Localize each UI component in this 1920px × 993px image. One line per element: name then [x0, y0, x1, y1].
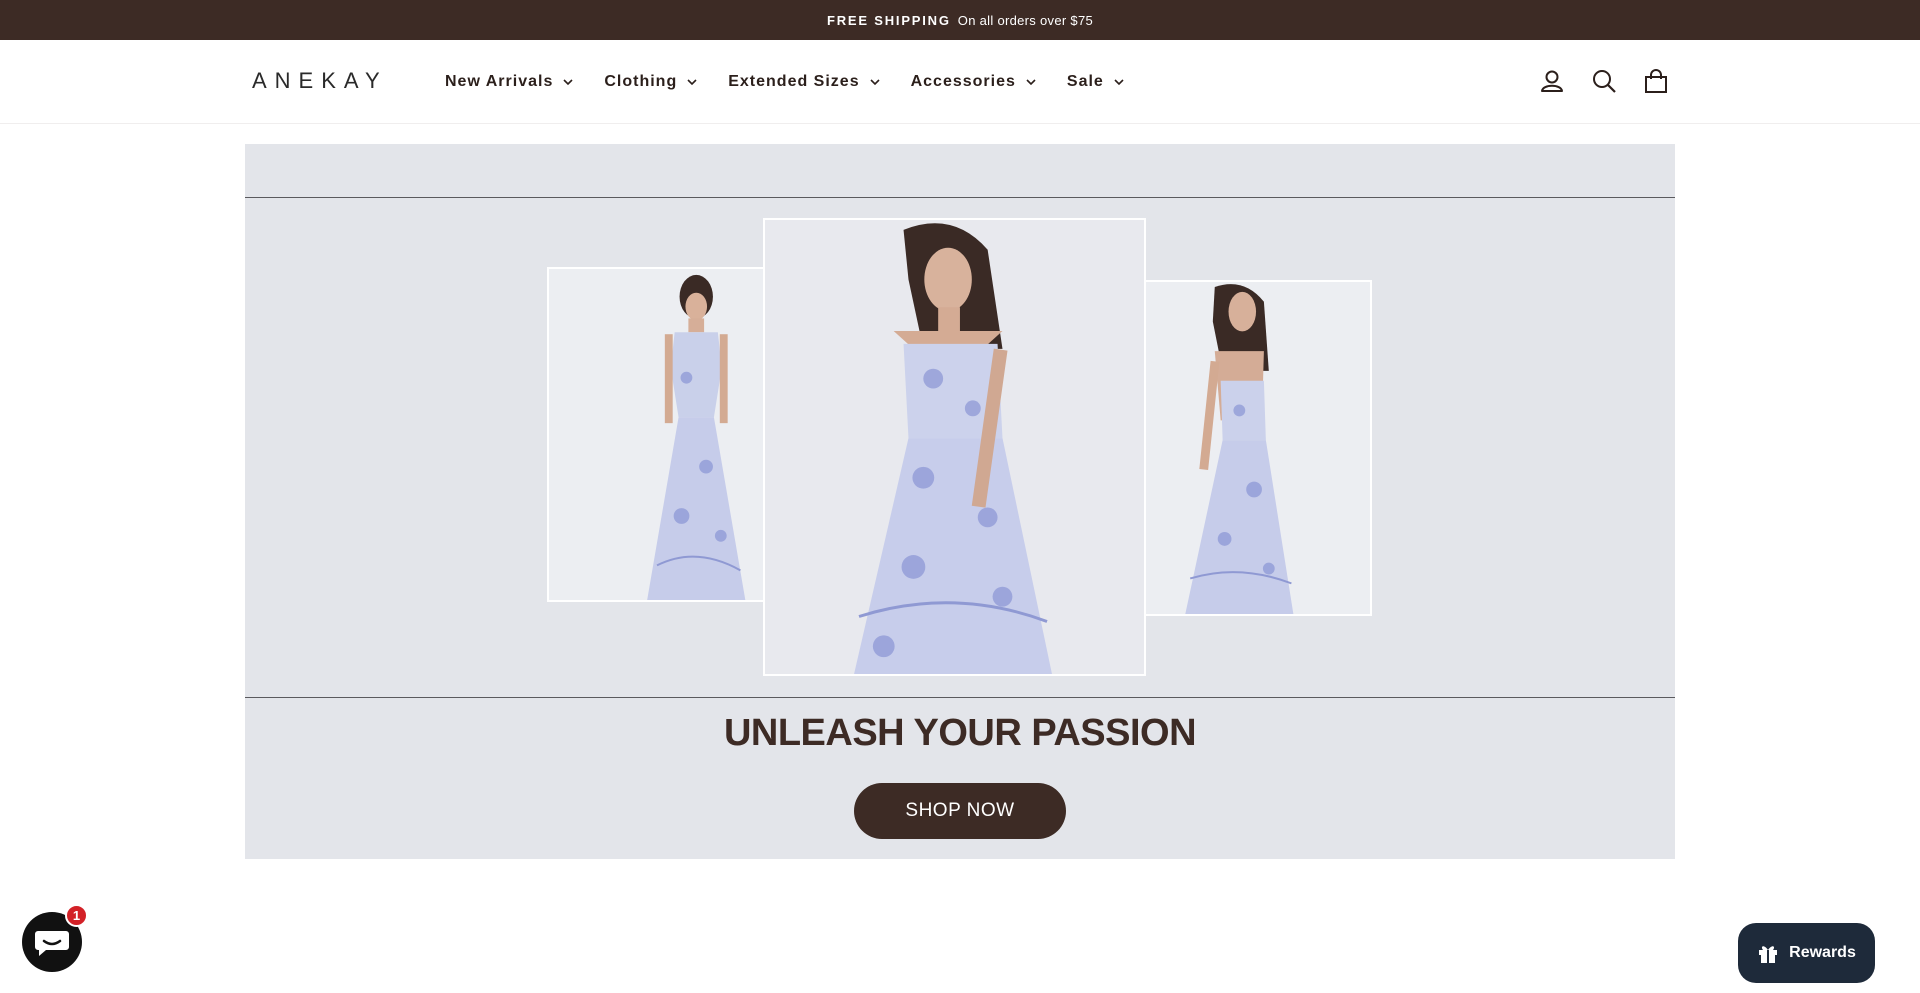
nav-item-label: Extended Sizes [728, 73, 860, 90]
search-icon[interactable] [1590, 67, 1618, 95]
nav-item-accessories[interactable]: Accessories [911, 73, 1037, 91]
nav-item-new-arrivals[interactable]: New Arrivals [445, 73, 574, 91]
gift-icon [1759, 946, 1778, 963]
nav-item-label: Sale [1066, 73, 1104, 90]
hero-photo-front[interactable] [547, 267, 765, 602]
main-nav: New Arrivals Clothing Extended Sizes Acc… [445, 40, 1155, 124]
chat-badge: 1 [65, 904, 88, 927]
chevron-down-icon [1025, 76, 1037, 88]
rewards-label: Rewards [1789, 944, 1856, 961]
rewards-button[interactable]: Rewards [1738, 923, 1875, 983]
hero-divider-top [245, 197, 1675, 198]
chevron-down-icon [869, 76, 881, 88]
chevron-down-icon [562, 76, 574, 88]
hero-title: UNLEASH YOUR PASSION [723, 712, 1197, 754]
shop-now-button[interactable]: SHOP NOW [854, 783, 1066, 839]
header-icons [1514, 67, 1670, 95]
announcement-bar: FREE SHIPPING On all orders over $75 [0, 0, 1920, 40]
account-icon[interactable] [1538, 67, 1566, 95]
chat-icon [35, 931, 69, 956]
cart-icon[interactable] [1642, 67, 1670, 95]
hero-divider-bottom [245, 697, 1675, 698]
hero-banner: UNLEASH YOUR PASSION SHOP NOW [245, 144, 1675, 859]
nav-item-clothing[interactable]: Clothing [604, 73, 698, 91]
site-header: ANEKAY New Arrivals Clothing Extended Si… [0, 40, 1920, 124]
nav-item-sale[interactable]: Sale [1067, 73, 1125, 91]
nav-item-label: Accessories [910, 73, 1016, 90]
chevron-down-icon [1113, 76, 1125, 88]
nav-item-label: New Arrivals [445, 73, 554, 90]
hero-photo-main[interactable] [763, 218, 1146, 676]
announcement-text: On all orders over $75 [957, 12, 1094, 28]
nav-item-label: Clothing [604, 73, 678, 90]
brand-logo[interactable]: ANEKAY [252, 68, 388, 94]
chevron-down-icon [686, 76, 698, 88]
nav-item-extended-sizes[interactable]: Extended Sizes [728, 73, 880, 91]
hero-photo-back[interactable] [1144, 280, 1372, 616]
announcement-strong: FREE SHIPPING [826, 12, 951, 28]
